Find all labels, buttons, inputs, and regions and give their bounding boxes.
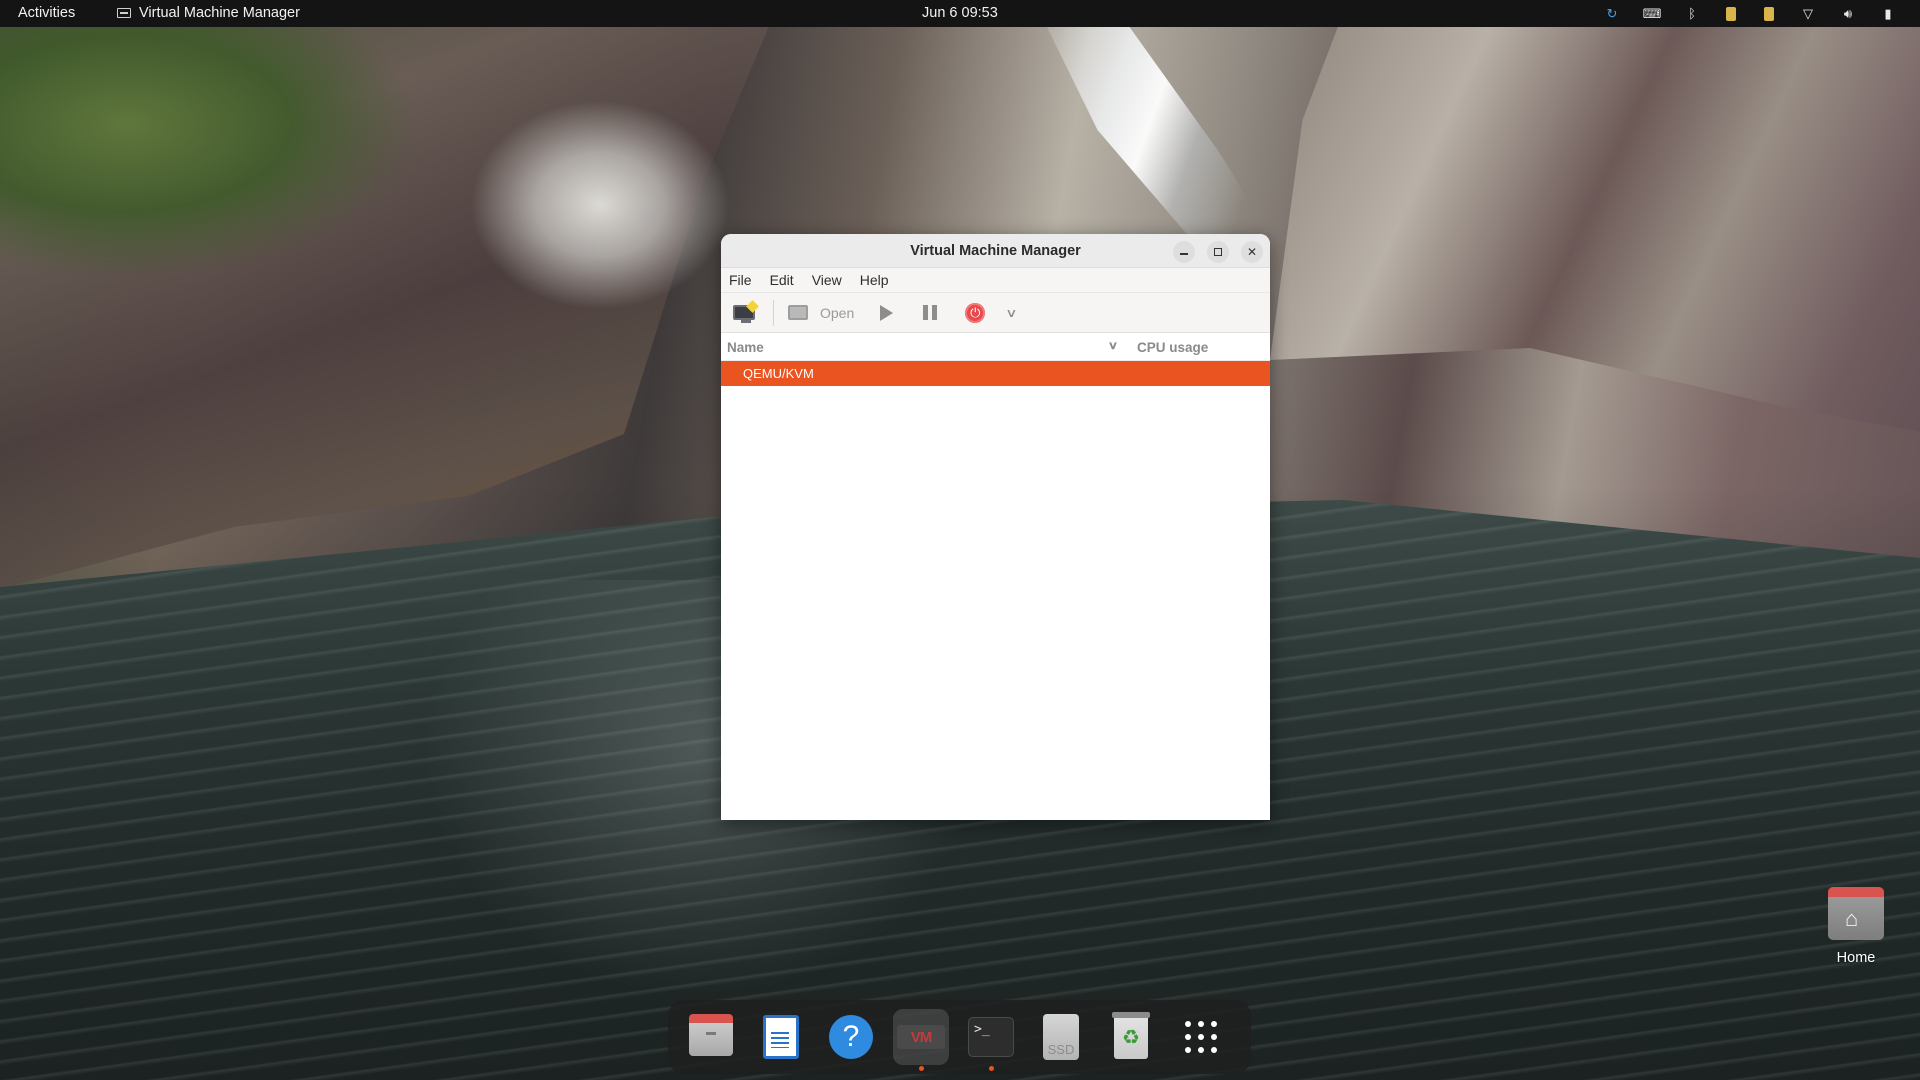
shutdown-menu-chevron-icon[interactable]: ∨: [1005, 306, 1017, 320]
menu-view[interactable]: View: [812, 272, 842, 288]
pause-button[interactable]: [923, 305, 938, 320]
monitor-icon: [788, 305, 808, 320]
maximize-icon: [1214, 248, 1222, 256]
shutdown-button[interactable]: ⏻: [965, 302, 986, 323]
libreoffice-writer-icon: [763, 1015, 799, 1059]
app-menu-label: Virtual Machine Manager: [139, 5, 300, 21]
dock-ssd[interactable]: SSD: [1033, 1009, 1089, 1065]
wifi-icon[interactable]: ▽: [1788, 0, 1828, 27]
terminal-icon: >_: [968, 1017, 1014, 1057]
maximize-button[interactable]: [1207, 241, 1229, 263]
help-icon: ?: [829, 1015, 873, 1059]
dock-writer[interactable]: [753, 1009, 809, 1065]
virt-manager-icon: VM: [897, 1025, 945, 1049]
vm-list-header: Name ∨ CPU usage: [721, 333, 1270, 361]
ssd-drive-icon: SSD: [1043, 1014, 1079, 1060]
close-icon: ✕: [1246, 245, 1258, 259]
minimize-icon: [1180, 253, 1188, 255]
home-folder-label[interactable]: Home: [1820, 950, 1892, 966]
dock-trash[interactable]: ♻: [1103, 1009, 1159, 1065]
keyboard-icon[interactable]: ⌨: [1632, 0, 1672, 27]
dock-files[interactable]: [683, 1009, 739, 1065]
new-vm-icon: [733, 300, 759, 323]
activities-button[interactable]: Activities: [18, 5, 75, 21]
menu-edit[interactable]: Edit: [770, 272, 794, 288]
wallpaper-foliage: [0, 20, 420, 280]
trash-icon: ♻: [1112, 1012, 1150, 1059]
volume-icon[interactable]: 🔊︎: [1828, 0, 1868, 27]
clock[interactable]: Jun 6 09:53: [922, 5, 998, 21]
column-cpu-usage[interactable]: CPU usage: [1137, 340, 1208, 355]
vm-list-row[interactable]: QEMU/KVM: [721, 361, 1270, 386]
house-icon: ⌂: [1845, 906, 1859, 931]
show-apps-icon: [1185, 1021, 1217, 1053]
toolbar: Open ⏻ ∨: [721, 293, 1270, 333]
close-button[interactable]: ✕: [1241, 241, 1263, 263]
sync-icon[interactable]: ↻: [1592, 0, 1632, 27]
clipboard-icon[interactable]: [1764, 6, 1774, 21]
window-titlebar[interactable]: Virtual Machine Manager ✕: [721, 234, 1270, 268]
run-button[interactable]: [880, 304, 894, 321]
minimize-button[interactable]: [1173, 241, 1195, 263]
toolbar-separator: [773, 299, 774, 326]
virt-manager-window: Virtual Machine Manager ✕ File Edit View…: [721, 234, 1270, 820]
sort-chevron-icon[interactable]: ∨: [1108, 339, 1118, 352]
menu-bar: File Edit View Help: [721, 268, 1270, 293]
column-name[interactable]: Name: [727, 340, 764, 355]
virt-manager-icon: [117, 8, 131, 18]
app-menu[interactable]: Virtual Machine Manager: [117, 5, 300, 21]
wallpaper-carving: [470, 100, 730, 310]
open-button-label: Open: [820, 304, 855, 321]
running-indicator: [989, 1066, 994, 1071]
dock-virt-manager[interactable]: VM: [893, 1009, 949, 1071]
open-button[interactable]: Open: [788, 305, 854, 321]
dock: ? VM >_ SSD ♻: [668, 1000, 1251, 1074]
files-icon: [689, 1014, 733, 1056]
system-tray[interactable]: ↻ ⌨ ᛒ ▽ 🔊︎ ▮: [1592, 0, 1908, 27]
clipboard-icon[interactable]: [1726, 6, 1736, 21]
dock-help[interactable]: ?: [823, 1009, 879, 1065]
connection-name: QEMU/KVM: [743, 366, 814, 381]
running-indicator: [919, 1066, 924, 1071]
new-vm-button[interactable]: [731, 300, 759, 324]
bluetooth-icon[interactable]: ᛒ: [1672, 0, 1712, 27]
home-folder-icon[interactable]: ⌂: [1828, 887, 1884, 940]
menu-file[interactable]: File: [729, 272, 752, 288]
dock-show-apps[interactable]: [1173, 1009, 1229, 1065]
dock-terminal[interactable]: >_: [963, 1009, 1019, 1071]
battery-icon[interactable]: ▮: [1868, 0, 1908, 27]
power-icon: ⏻: [970, 304, 981, 320]
menu-help[interactable]: Help: [860, 272, 889, 288]
top-bar: Activities Virtual Machine Manager Jun 6…: [0, 0, 1920, 27]
